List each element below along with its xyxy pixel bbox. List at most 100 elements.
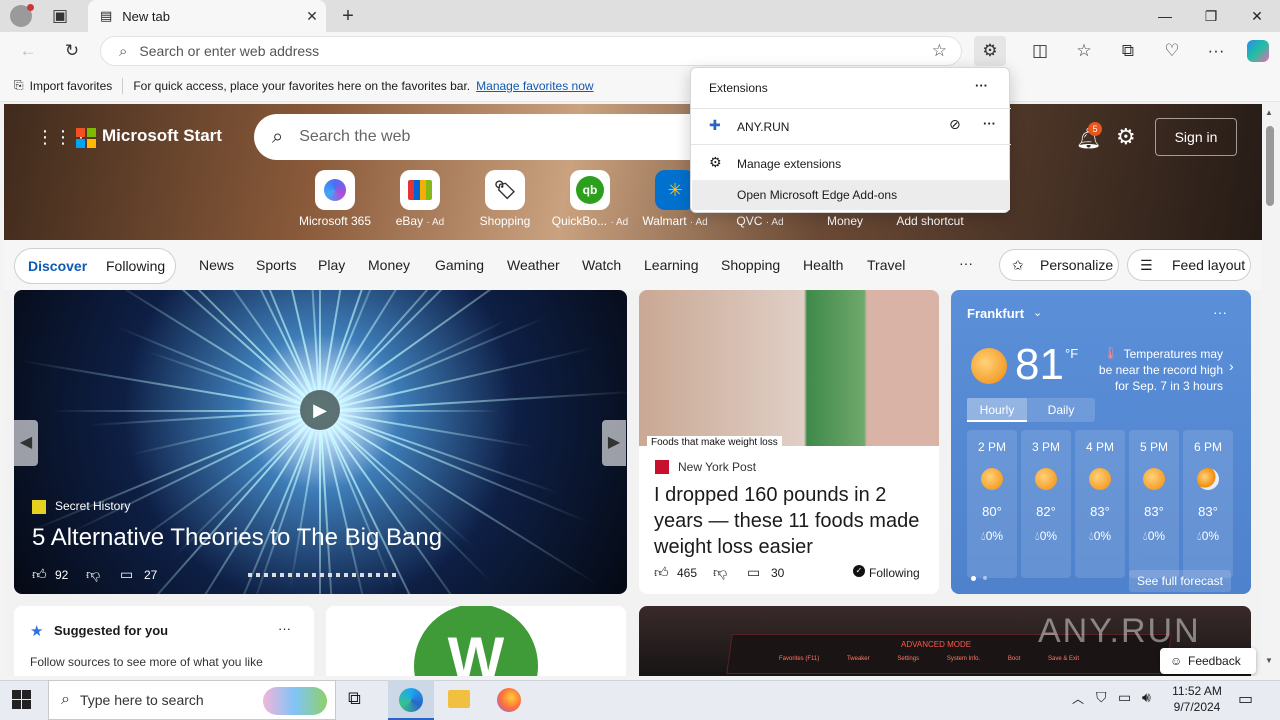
nav-gaming[interactable]: Gaming [435,257,484,273]
nav-money[interactable]: Money [368,257,410,273]
suggested-more-icon[interactable]: ··· [278,621,291,636]
favorite-star-icon[interactable]: ☆ [932,41,947,61]
nav-shopping[interactable]: Shopping [721,257,780,273]
nav-health[interactable]: Health [803,257,843,273]
hour-forecast[interactable]: 3 PM 82° 💧︎0% [1021,430,1071,578]
settings-more-icon[interactable]: ··· [1200,36,1232,66]
profile-icon[interactable] [10,4,34,27]
manage-favorites-link[interactable]: Manage favorites now [476,79,593,93]
comment-icon[interactable]: ▭ [747,564,760,581]
scroll-down-arrow[interactable]: ▼ [1265,656,1273,665]
hour-forecast[interactable]: 2 PM 80° 💧︎0% [967,430,1017,578]
chevron-right-icon[interactable]: › [1229,358,1234,374]
back-button[interactable]: ← [12,36,44,66]
nav-more-icon[interactable]: ··· [959,255,973,271]
hide-eye-icon[interactable]: ⊘ [949,116,961,133]
page-scrollbar[interactable]: ▲ ▼ [1262,104,1280,676]
address-bar[interactable]: ⌕ Search or enter web address ☆ [100,36,962,66]
extensions-more-icon[interactable]: ··· [975,78,988,93]
weather-alert[interactable]: Temperatures may be near the record high… [1093,346,1223,394]
refresh-button[interactable]: ↻ [56,36,88,66]
task-view-icon[interactable]: ⧉ [348,688,361,709]
ny-story-card[interactable]: Foods that make weight loss New York Pos… [639,290,939,594]
carousel-next[interactable]: ▶ [602,420,626,466]
close-window-button[interactable]: ✕ [1234,0,1280,32]
play-button[interactable]: ▶ [300,390,340,430]
following-label[interactable]: Following [869,566,920,580]
clock[interactable]: 11:52 AM 9/7/2024 [1164,683,1230,715]
tray-volume-icon[interactable]: 🔊︎ [1142,689,1151,706]
scroll-thumb[interactable] [1266,126,1274,206]
dislike-icon[interactable]: 👎︎ [713,564,727,581]
tab-following[interactable]: Following [106,258,165,274]
tab-hourly[interactable]: Hourly [967,398,1027,422]
split-screen-icon[interactable]: ◫ [1024,36,1056,66]
hour-forecast[interactable]: 5 PM 83° 💧︎0% [1129,430,1179,578]
edge-taskbar-icon[interactable] [388,680,434,720]
tab-actions-icon[interactable]: ▣ [44,1,76,31]
nav-weather[interactable]: Weather [507,257,560,273]
firefox-icon[interactable] [497,688,521,712]
hour-forecast[interactable]: 6 PM 83° 💧︎0% [1183,430,1233,578]
nav-news[interactable]: News [199,257,234,273]
scroll-up-arrow[interactable]: ▲ [1265,108,1273,117]
nav-watch[interactable]: Watch [582,257,621,273]
carousel-prev[interactable]: ◀ [14,420,38,466]
collections-icon[interactable]: ⧉ [1112,36,1144,66]
like-icon[interactable]: 👍︎ [654,564,669,581]
quicklink-quickbooks[interactable]: qb QuickBo... · Ad [548,170,632,228]
tray-network-icon[interactable]: ▭ [1118,689,1131,706]
browser-essentials-icon[interactable]: ♡ [1156,36,1188,66]
see-full-forecast-button[interactable]: See full forecast [1129,570,1231,592]
extensions-button[interactable]: ⚙ [974,36,1006,66]
quicklink-ebay[interactable]: eBay · Ad [378,170,462,228]
ny-story-headline[interactable]: I dropped 160 pounds in 2 years — these … [654,482,929,560]
extension-anyrun[interactable]: ANY.RUN [737,120,789,134]
close-tab-icon[interactable]: ✕ [298,8,326,25]
tab-daily[interactable]: Daily [1027,398,1095,422]
big-story-headline[interactable]: 5 Alternative Theories to The Big Bang [32,524,442,552]
tab-discover[interactable]: Discover [28,258,87,274]
dislike-icon[interactable]: 👎︎ [86,566,100,583]
extension-more-icon[interactable]: ··· [983,116,996,131]
manage-extensions-item[interactable]: Manage extensions [737,157,841,171]
comment-icon[interactable]: ▭ [120,566,133,583]
weather-more-icon[interactable]: ··· [1213,304,1227,320]
quicklink-shopping[interactable]: 🏷︎ Shopping [463,170,547,228]
nav-play[interactable]: Play [318,257,345,273]
big-story-card[interactable]: ▶ ◀ ▶ Secret History 5 Alternative Theor… [14,290,627,594]
nav-travel[interactable]: Travel [867,257,905,273]
hour-forecast[interactable]: 4 PM 83° 💧︎0% [1075,430,1125,578]
personalize-button[interactable]: ✩ Personalize [999,249,1119,281]
notifications-center-icon[interactable]: ▭ [1238,689,1253,709]
tray-security-icon[interactable]: ⛉ [1096,689,1107,706]
tab-new-tab[interactable]: ▤ New tab ✕ [88,0,326,32]
web-search-box[interactable]: ⌕ Search the web [254,114,754,160]
sunny-icon [1035,468,1057,490]
sign-in-button[interactable]: Sign in [1155,118,1237,156]
minimize-button[interactable]: — [1142,0,1188,32]
file-explorer-icon[interactable] [448,690,470,708]
quicklink-microsoft-365[interactable]: Microsoft 365 [293,170,377,228]
favorites-icon[interactable]: ☆ [1068,36,1100,66]
import-favorites-button[interactable]: Import favorites [30,79,113,93]
chevron-down-icon[interactable]: ⌄ [1033,306,1042,319]
like-icon[interactable]: 👍︎ [32,566,47,583]
start-button[interactable] [12,690,32,710]
copilot-icon[interactable] [1242,36,1274,66]
nav-sports[interactable]: Sports [256,257,296,273]
addons-item[interactable]: Open Microsoft Edge Add-ons [692,180,1010,210]
apps-launcher-icon[interactable]: ⋮⋮⋮ [36,126,90,148]
promo-card[interactable]: W [326,606,626,676]
nav-learning[interactable]: Learning [644,257,699,273]
page-settings-icon[interactable]: ⚙ [1116,124,1136,150]
new-tab-button[interactable]: + [332,1,364,31]
tray-chevron-icon[interactable]: ︿ [1072,690,1084,707]
feedback-button[interactable]: ☺ Feedback [1160,648,1256,674]
weather-card[interactable]: Frankfurt ⌄ ··· 81 °F 🌡︎ Temperatures ma… [951,290,1251,594]
taskbar-search[interactable]: ⌕ Type here to search [48,680,336,720]
weather-city[interactable]: Frankfurt [967,306,1024,321]
notifications-icon[interactable]: 🔔︎ 5 [1076,122,1102,150]
restore-button[interactable]: ❐ [1188,0,1234,32]
feed-layout-button[interactable]: ☰ Feed layout [1127,249,1251,281]
